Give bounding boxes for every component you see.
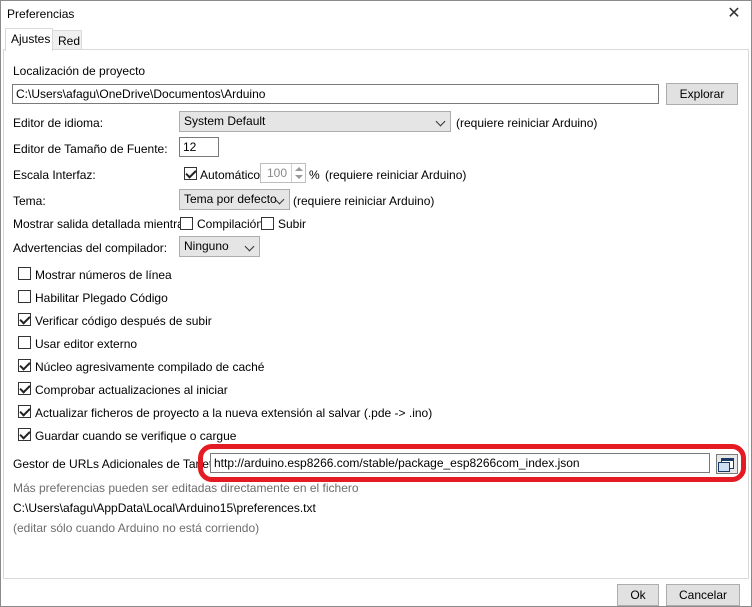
font-size-label: Editor de Tamaño de Fuente:: [13, 142, 168, 156]
option-label-check-updates: Comprobar actualizaciones al iniciar: [35, 383, 228, 397]
option-checkbox-update-extension[interactable]: [18, 405, 31, 418]
option-label-cache-core: Núcleo agresivamente compilado de caché: [35, 360, 265, 374]
theme-note: (requiere reiniciar Arduino): [293, 194, 435, 208]
chevron-down-icon: [244, 241, 255, 252]
spinner-arrows[interactable]: [291, 164, 305, 182]
chevron-down-icon: [435, 116, 446, 127]
scale-unit: %: [309, 168, 320, 182]
font-size-field[interactable]: 12: [179, 137, 219, 157]
red-highlight-annotation: [198, 444, 746, 482]
edit-note: (editar sólo cuando Arduino no está corr…: [13, 521, 260, 535]
scale-label: Escala Interfaz:: [13, 168, 96, 182]
warnings-label: Advertencias del compilador:: [13, 241, 168, 255]
chevron-down-icon[interactable]: [295, 175, 303, 179]
scale-value: 100: [266, 166, 287, 180]
option-checkbox-verify-upload[interactable]: [18, 313, 31, 326]
verbose-upload-checkbox[interactable]: [261, 217, 274, 230]
scale-auto-checkbox[interactable]: [184, 167, 197, 180]
ok-button[interactable]: Ok: [617, 584, 659, 606]
language-label: Editor de idioma:: [13, 116, 104, 130]
cancel-button[interactable]: Cancelar: [666, 584, 740, 606]
option-checkbox-save-on-verify[interactable]: [18, 428, 31, 441]
chevron-up-icon[interactable]: [295, 167, 303, 171]
option-checkbox-external-editor[interactable]: [18, 336, 31, 349]
option-label-external-editor: Usar editor externo: [35, 337, 138, 351]
option-checkbox-cache-core[interactable]: [18, 359, 31, 372]
close-button[interactable]: ✕: [717, 1, 751, 27]
verbose-upload-label: Subir: [278, 217, 307, 231]
option-checkbox-code-folding[interactable]: [18, 290, 31, 303]
theme-value: Tema por defecto: [184, 192, 277, 206]
warnings-select[interactable]: Ninguno: [179, 236, 260, 257]
window-title: Preferencias: [7, 7, 75, 21]
browse-button[interactable]: Explorar: [666, 83, 738, 105]
more-prefs-note: Más preferencias pueden ser editadas dir…: [13, 481, 359, 495]
option-label-verify-upload: Verificar código después de subir: [35, 314, 212, 328]
option-checkbox-line-numbers[interactable]: [18, 267, 31, 280]
language-select[interactable]: System Default: [179, 111, 451, 132]
theme-label: Tema:: [13, 194, 46, 208]
preferences-file-path[interactable]: C:\Users\afagu\AppData\Local\Arduino15\p…: [13, 501, 316, 515]
option-checkbox-check-updates[interactable]: [18, 382, 31, 395]
board-urls-label: Gestor de URLs Adicionales de Tarjetas:: [13, 457, 229, 471]
scale-spinner[interactable]: 100: [260, 163, 306, 183]
verbose-compile-label: Compilación: [197, 217, 264, 231]
verbose-compile-checkbox[interactable]: [180, 217, 193, 230]
preferences-window: Preferencias ✕ Ajustes Red Localización …: [0, 0, 752, 607]
verbose-label: Mostrar salida detallada mientras:: [13, 217, 194, 231]
title-bar: Preferencias ✕: [1, 1, 751, 27]
theme-select[interactable]: Tema por defecto: [179, 189, 290, 210]
option-label-update-extension: Actualizar ficheros de proyecto a la nue…: [35, 406, 433, 420]
option-label-line-numbers: Mostrar números de línea: [35, 268, 172, 282]
tab-red[interactable]: Red: [52, 30, 82, 50]
language-note: (requiere reiniciar Arduino): [456, 116, 598, 130]
scale-note: (requiere reiniciar Arduino): [325, 168, 467, 182]
sketchbook-path-field[interactable]: C:\Users\afagu\OneDrive\Documentos\Ardui…: [12, 84, 659, 104]
tab-ajustes[interactable]: Ajustes: [5, 28, 53, 51]
option-label-save-on-verify: Guardar cuando se verifique o cargue: [35, 429, 237, 443]
option-label-code-folding: Habilitar Plegado Código: [35, 291, 168, 305]
language-value: System Default: [184, 114, 266, 128]
warnings-value: Ninguno: [184, 239, 229, 253]
sketchbook-label: Localización de proyecto: [13, 64, 146, 78]
scale-auto-label: Automático: [200, 168, 261, 182]
